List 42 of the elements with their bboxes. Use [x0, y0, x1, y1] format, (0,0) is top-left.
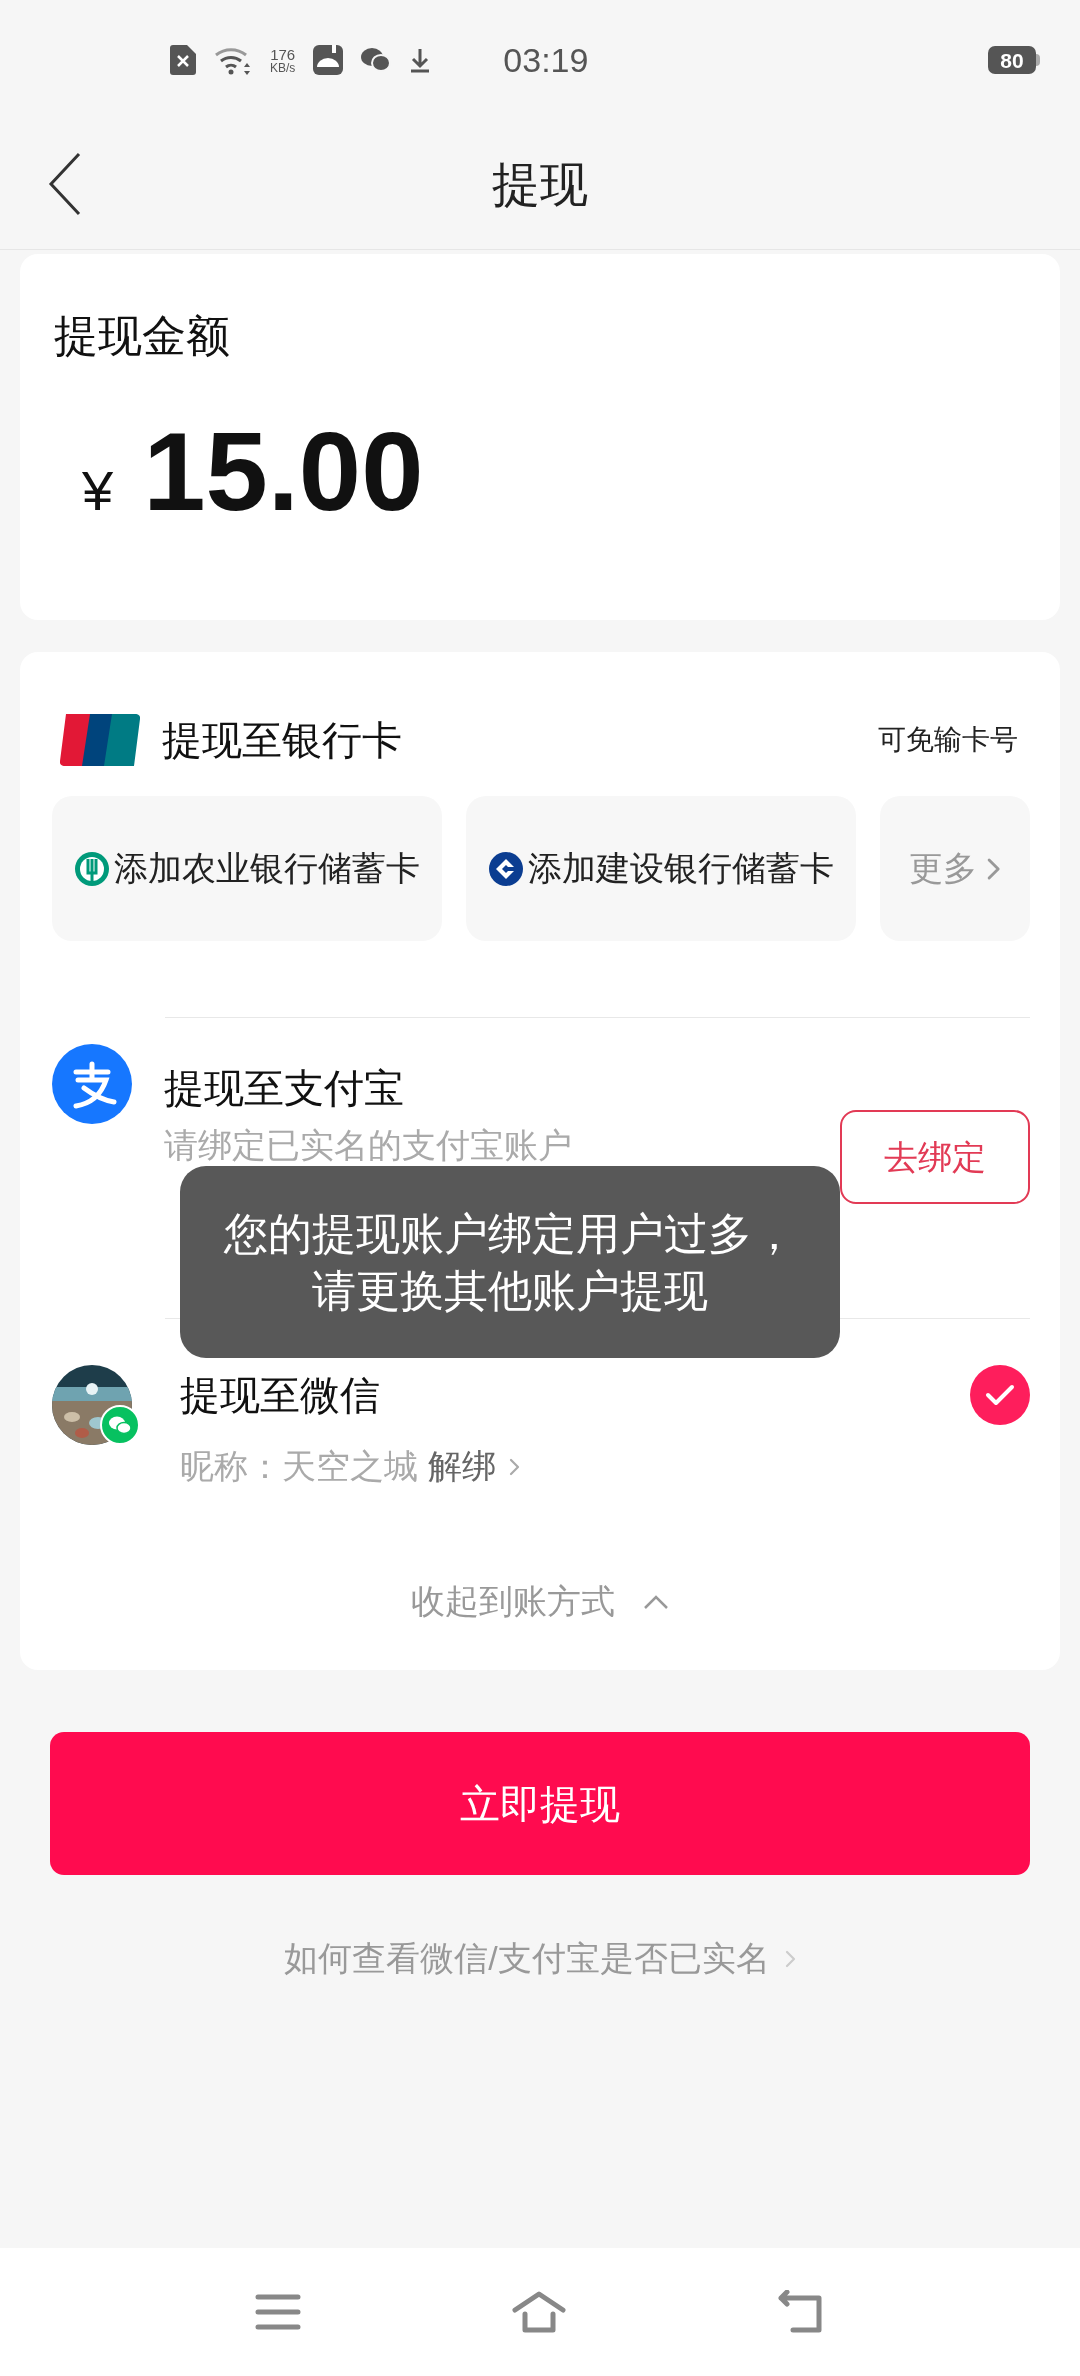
chevron-up-icon	[643, 1593, 669, 1610]
help-link[interactable]: 如何查看微信/支付宝是否已实名	[284, 1933, 796, 1984]
download-icon	[409, 47, 432, 73]
back-icon	[47, 152, 83, 216]
section-note: 可免输卡号	[878, 723, 1018, 757]
bank-logo-icon	[74, 850, 110, 887]
menu-icon[interactable]	[255, 2293, 301, 2331]
method-title: 提现至微信	[180, 1375, 381, 1415]
wechat-badge-icon	[100, 1405, 140, 1445]
chevron-right-icon	[508, 1456, 520, 1477]
method-title: 提现至支付宝	[164, 1065, 405, 1112]
selection-check[interactable]	[970, 1365, 1030, 1425]
more-banks-button[interactable]: 更多	[880, 796, 1030, 941]
wifi-icon	[214, 45, 252, 75]
collapse-toggle[interactable]: 收起到账方式	[411, 1576, 669, 1627]
back-arrow-icon[interactable]	[777, 2290, 825, 2334]
toast-text: 请更换其他账户提现	[312, 1265, 708, 1317]
network-speed: 176	[270, 46, 296, 62]
home-icon[interactable]	[511, 2290, 567, 2334]
unbind-link[interactable]: 解绑	[428, 1441, 520, 1492]
checkmark-icon	[985, 1384, 1015, 1406]
alipay-logo-icon	[52, 1044, 132, 1124]
bind-button[interactable]: 去绑定	[840, 1110, 1030, 1204]
sim-card-icon	[170, 45, 196, 75]
amount-label: 提现金额	[54, 314, 231, 358]
chat-bubbles-icon	[361, 47, 392, 73]
unionpay-logo-icon	[60, 714, 140, 766]
chevron-right-icon	[985, 855, 1001, 882]
bank-logo-icon	[488, 850, 524, 887]
toast-text: 您的提现账户绑定用户过多，	[224, 1207, 796, 1260]
section-title: 提现至银行卡	[162, 717, 402, 764]
currency-symbol: ¥	[82, 458, 114, 524]
page-title: 提现	[492, 156, 588, 213]
network-speed-unit: KB/s	[270, 61, 296, 74]
app-notification-icon	[313, 45, 344, 75]
nickname-text: 昵称：天空之城	[180, 1446, 418, 1487]
withdraw-button[interactable]: 立即提现	[50, 1732, 1030, 1875]
clock-time: 03:19	[503, 39, 589, 81]
method-subtitle: 请绑定已实名的支付宝账户	[164, 1128, 572, 1162]
amount-value: 15.00	[143, 416, 424, 528]
add-bank-card-button[interactable]: 添加建设银行储蓄卡	[466, 796, 856, 941]
add-bank-card-button[interactable]: 添加农业银行储蓄卡	[52, 796, 442, 941]
